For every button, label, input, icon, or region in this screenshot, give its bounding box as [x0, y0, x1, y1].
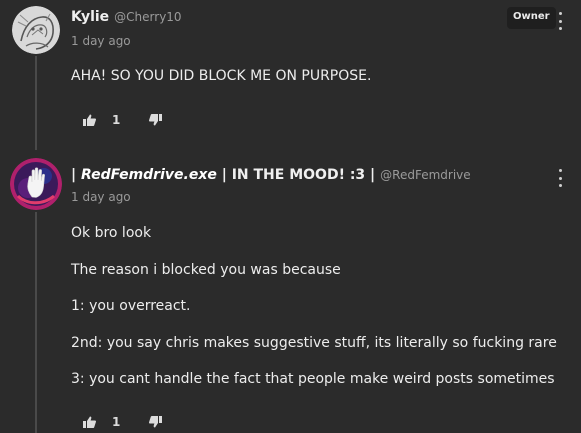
author-name[interactable]: Kylie — [71, 9, 109, 25]
like-count: 1 — [112, 415, 121, 429]
comment-text: AHA! SO YOU DID BLOCK ME ON PURPOSE. — [71, 68, 372, 84]
comment-text: Ok bro look — [71, 225, 152, 241]
author-handle[interactable]: @RedFemdrive — [380, 168, 471, 182]
comment-item: Kylie @Cherry10 1 day ago Owner AHA! SO … — [0, 0, 581, 150]
timestamp[interactable]: 1 day ago — [71, 34, 131, 48]
thumbs-up-icon[interactable] — [82, 415, 96, 429]
like-count: 1 — [112, 113, 121, 127]
comment-actions: 1 — [82, 113, 162, 127]
sketch-avatar-icon — [12, 6, 60, 54]
comment-header: | RedFemdrive.exe | IN THE MOOD! :3 | @R… — [71, 167, 471, 183]
author-name-emphasis: RedFemdrive.exe — [81, 167, 217, 183]
thread-line — [35, 56, 37, 150]
comment-text: 1: you overreact. — [71, 298, 191, 314]
more-options-icon[interactable] — [555, 169, 565, 187]
comment-header: Kylie @Cherry10 — [71, 9, 182, 25]
comment-actions: 1 — [82, 415, 162, 429]
comment-text: 3: you cant handle the fact that people … — [71, 371, 555, 387]
comment-text: The reason i blocked you was because — [71, 262, 341, 278]
thread-line — [35, 212, 37, 433]
author-name[interactable]: | RedFemdrive.exe | IN THE MOOD! :3 | — [71, 167, 375, 183]
more-options-icon[interactable] — [555, 12, 565, 30]
owner-badge: Owner — [507, 7, 556, 29]
comments-page: Kylie @Cherry10 1 day ago Owner AHA! SO … — [0, 0, 581, 433]
thumbs-up-icon[interactable] — [82, 113, 96, 127]
comment-text: 2nd: you say chris makes suggestive stuf… — [71, 335, 557, 351]
thumbs-down-icon[interactable] — [148, 415, 162, 429]
avatar[interactable] — [10, 158, 62, 210]
author-name-prefix: | — [71, 167, 81, 183]
avatar[interactable] — [12, 6, 60, 54]
thumbs-down-icon[interactable] — [148, 113, 162, 127]
comment-item: | RedFemdrive.exe | IN THE MOOD! :3 | @R… — [0, 150, 581, 433]
author-name-suffix: | IN THE MOOD! :3 | — [216, 167, 376, 183]
timestamp[interactable]: 1 day ago — [71, 190, 131, 204]
author-handle[interactable]: @Cherry10 — [114, 10, 181, 24]
raised-hand-avatar-icon — [10, 158, 62, 210]
